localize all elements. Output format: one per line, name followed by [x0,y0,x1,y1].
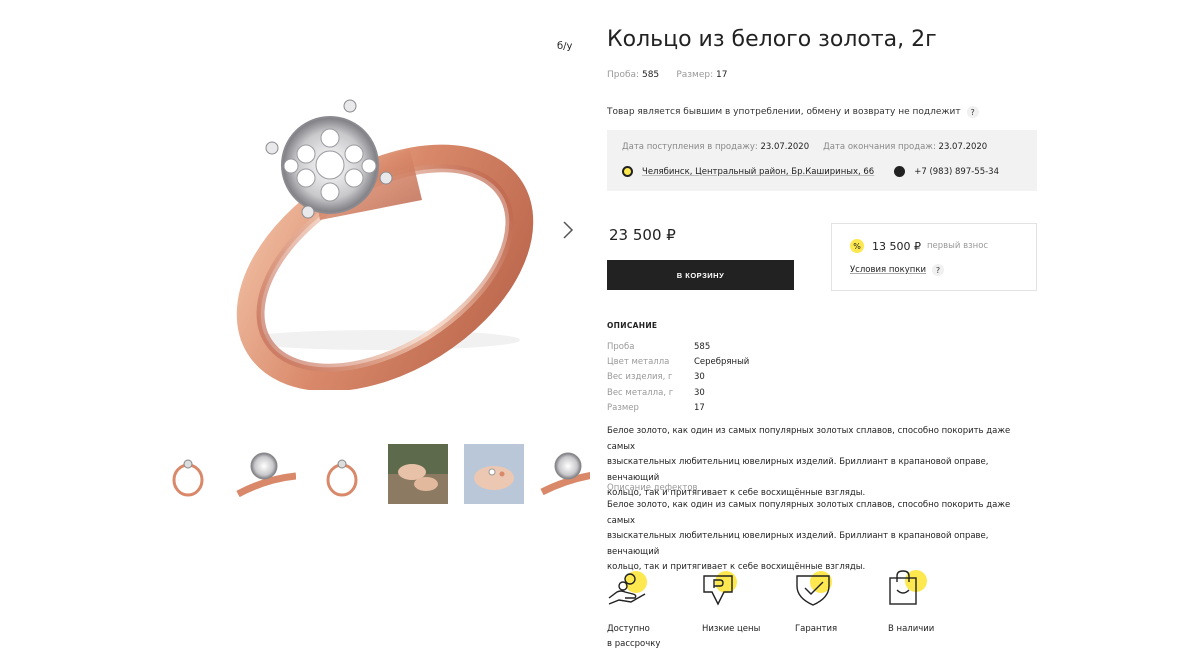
thumbnail-6[interactable] [540,444,590,504]
thumbnail-3[interactable] [312,444,372,504]
hand-coins-icon [608,571,647,605]
arrival-value: 23.07.2020 [760,142,810,152]
size-value: 17 [716,70,728,80]
size-label: Размер: [676,70,714,80]
spec-row: Вес изделия, г 30 [607,370,749,385]
installment-label: первый взнос [926,241,989,251]
installment-box: % 13 500 ₽ первый взнос Условия покупки … [831,223,1037,291]
phone-icon [894,166,906,177]
spec-value: 585 [694,341,711,352]
probe-label: Проба: [607,70,640,80]
spec-row: Цвет металла Серебряный [607,354,749,369]
ring-image [236,99,534,392]
product-meta: Проба: 585 Размер: 17 [607,70,727,80]
spec-key: Проба [607,341,635,352]
feature-warranty: Гарантия [795,570,885,637]
spec-table: Проба 585 Цвет металла Серебряный Вес изде… [607,339,749,415]
spec-key: Размер [607,402,639,413]
end-value: 23.07.2020 [938,142,988,152]
feature-low-prices: Низкие цены [702,570,792,637]
thumbnail-1[interactable] [160,444,220,504]
spec-value: Серебряный [694,356,750,367]
installment-amount: 13 500 ₽ [872,239,921,253]
store-phone[interactable]: +7 (983) 897-55-34 [914,167,999,177]
used-badge: б/у [557,41,573,52]
store-info-box: Дата поступления в продажу: 23.07.2020 Д… [607,130,1037,191]
thumbnail-5[interactable] [464,444,524,504]
ring-closeup-thumbnail [236,452,296,498]
arrival-label: Дата поступления в продажу: [622,142,758,152]
feature-label-line1: Гарантия [795,624,838,634]
spec-row: Вес металла, г 30 [607,385,749,400]
feature-label-line1: В наличии [888,624,935,634]
spec-key: Цвет металла [607,356,670,367]
add-to-cart-button[interactable]: В КОРЗИНУ [607,260,794,290]
feature-installment: Доступно в рассрочку [607,570,697,652]
spec-row: Проба 585 [607,339,749,354]
notice-text: Товар является бывшим в употреблении, об… [607,107,961,117]
main-product-image[interactable] [160,90,540,392]
spec-key: Вес металла, г [607,387,674,398]
spec-row: Размер 17 [607,400,749,415]
purchase-terms-link[interactable]: Условия покупки [850,265,926,275]
defects-heading: Описание дефектов [607,483,698,493]
feature-label-line2: в рассрочку [607,639,661,649]
hand-ring-photo-thumbnail [464,444,524,504]
product-price: 23 500 ₽ [609,226,676,244]
thumbnail-2[interactable] [236,444,296,504]
spec-value: 30 [694,372,705,383]
store-address-link[interactable]: Челябинск, Центральный район, Бр.Каширин… [642,167,874,177]
sale-dates: Дата поступления в продажу: 23.07.2020 Д… [622,142,987,152]
terms-help-icon[interactable]: ? [931,264,944,276]
store-location-icon [622,166,633,177]
feature-label-line1: Доступно [607,624,650,634]
end-label: Дата окончания продаж: [823,142,936,152]
spec-value: 17 [694,402,705,413]
store-contacts: Челябинск, Центральный район, Бр.Каширин… [622,166,999,177]
percent-icon: % [850,239,864,253]
spec-key: Вес изделия, г [607,372,673,383]
defects-line: Белое золото, как один из самых популярн… [607,500,1011,526]
description-line: Белое золото, как один из самых популярн… [607,426,1011,452]
defects-line: взыскательных любительниц ювелирных изде… [607,531,989,557]
ring-front-thumbnail [326,459,358,497]
next-image-arrow-icon[interactable] [558,218,578,242]
used-item-notice: Товар является бывшим в употреблении, об… [607,106,979,118]
page-title: Кольцо из белого золота, 2г [607,27,937,52]
shopping-bag-icon [889,570,927,605]
ring-closeup-thumbnail [540,452,590,496]
product-gallery: б/у [160,30,590,510]
shield-check-icon [796,571,832,606]
defects-text: Белое золото, как один из самых популярн… [607,498,1037,576]
hand-photo-thumbnail [388,444,448,504]
ring-side-thumbnail [172,459,204,497]
notice-help-icon[interactable]: ? [966,106,979,118]
spec-value: 30 [694,387,705,398]
feature-label-line1: Низкие цены [702,624,761,634]
low-price-tag-icon [703,571,737,606]
description-heading: ОПИСАНИЕ [607,321,658,330]
feature-in-stock: В наличии [888,570,978,637]
description-line: взыскательных любительниц ювелирных изде… [607,457,989,483]
thumbnail-4[interactable] [388,444,448,504]
thumbnail-strip [160,444,590,506]
feature-list: Доступно в рассрочку Низкие цены Гаранти… [607,570,1037,660]
probe-value: 585 [641,70,660,80]
